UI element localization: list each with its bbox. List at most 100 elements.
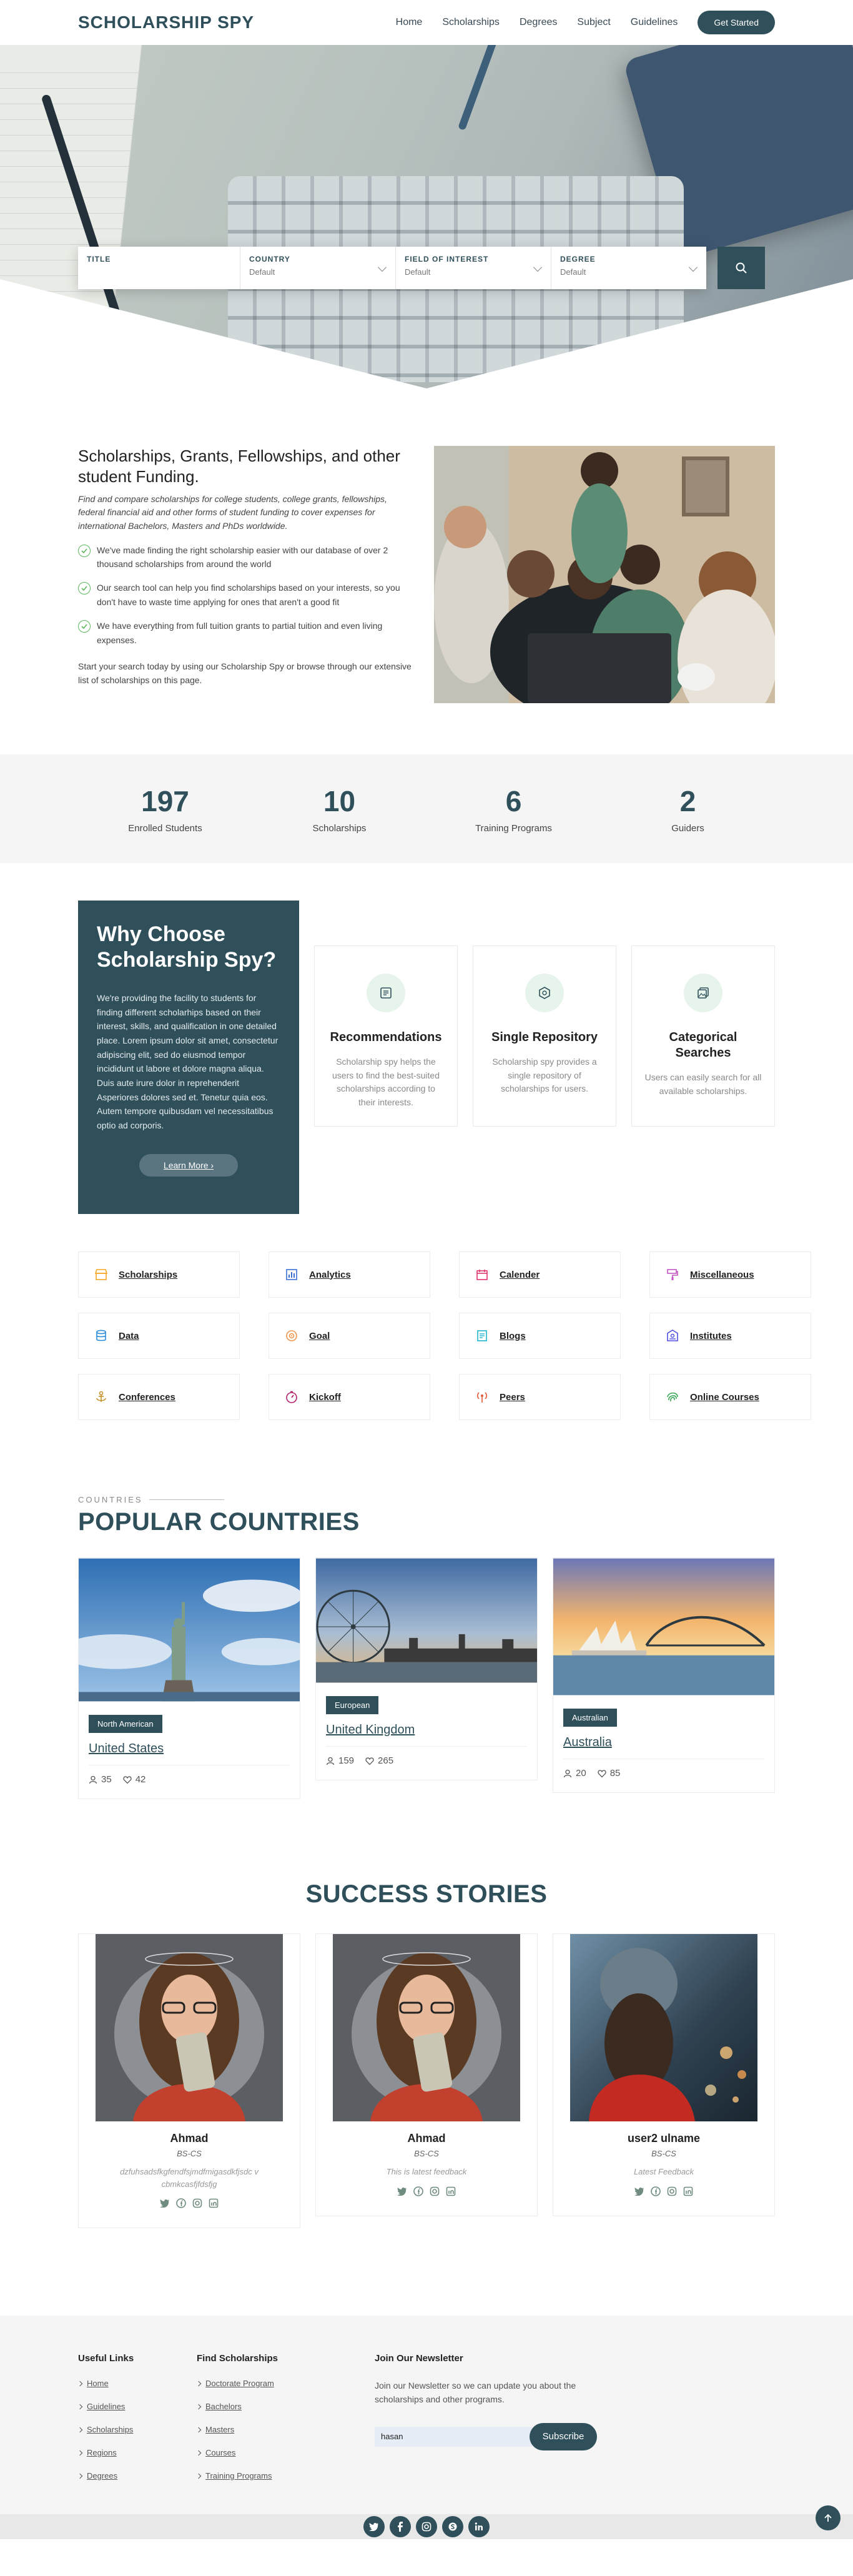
success-stories-section: SUCCESS STORIES Ahmad BS-CS dzfuhsadsfkg… bbox=[0, 1799, 853, 2316]
category-goal[interactable]: Goal bbox=[269, 1313, 430, 1359]
heart-icon bbox=[598, 1769, 606, 1777]
nav-link-scholarships[interactable]: Scholarships bbox=[442, 17, 500, 28]
nav-link-guidelines[interactable]: Guidelines bbox=[631, 17, 678, 28]
images-icon bbox=[684, 974, 722, 1012]
newsletter-email-input[interactable] bbox=[375, 2426, 532, 2447]
country-select-label: COUNTRY bbox=[249, 255, 290, 264]
country-card-australia[interactable]: Australian Australia 20 85 bbox=[553, 1557, 775, 1793]
country-name-link[interactable]: United Kingdom bbox=[326, 1723, 527, 1737]
site-logo[interactable]: SCHOLARSHIP SPY bbox=[78, 12, 254, 32]
field-of-interest-select[interactable]: FIELD OF INTEREST Default bbox=[396, 247, 551, 289]
country-name-link[interactable]: Australia bbox=[563, 1735, 764, 1750]
category-analytics[interactable]: Analytics bbox=[269, 1251, 430, 1298]
linkedin-icon[interactable] bbox=[208, 2198, 219, 2209]
country-card-united-states[interactable]: North American United States 35 42 bbox=[60, 1557, 308, 1799]
degree-select-label: DEGREE bbox=[560, 255, 596, 264]
heart-icon bbox=[365, 1757, 374, 1765]
stat-number: 10 bbox=[323, 784, 356, 817]
category-peers[interactable]: Peers bbox=[459, 1374, 621, 1420]
newsletter-form: Subscribe bbox=[375, 2422, 599, 2450]
nav-link-subject[interactable]: Subject bbox=[577, 17, 610, 28]
country-name-link[interactable]: United States bbox=[89, 1742, 290, 1756]
hero-chevron-cut bbox=[0, 279, 853, 388]
category-label: Conferences bbox=[119, 1391, 175, 1403]
stat-number: 2 bbox=[679, 784, 696, 817]
field-of-interest-label: FIELD OF INTEREST bbox=[405, 255, 489, 264]
facebook-icon[interactable] bbox=[390, 2516, 411, 2537]
twitter-icon[interactable] bbox=[159, 2198, 170, 2209]
facebook-icon[interactable] bbox=[650, 2186, 661, 2197]
footer-link-home[interactable]: Home bbox=[78, 2379, 197, 2388]
nav-link-home[interactable]: Home bbox=[396, 17, 423, 28]
category-label: Miscellaneous bbox=[690, 1269, 754, 1280]
category-conferences[interactable]: Conferences bbox=[78, 1374, 240, 1420]
instagram-icon[interactable] bbox=[666, 2186, 678, 2197]
nav-link-degrees[interactable]: Degrees bbox=[520, 17, 557, 28]
institute-icon bbox=[665, 1328, 680, 1343]
instagram-icon[interactable] bbox=[429, 2186, 440, 2197]
degree-select[interactable]: DEGREE Default bbox=[551, 247, 706, 289]
student-feedback: dzfuhsadsfkgfendfsjmdfmigasdkfjsdc v cbm… bbox=[120, 2167, 259, 2189]
twitter-icon[interactable] bbox=[363, 2516, 385, 2537]
check-circle-icon bbox=[78, 582, 91, 595]
stat-caption: Enrolled Students bbox=[128, 822, 202, 834]
category-data[interactable]: Data bbox=[78, 1313, 240, 1359]
hero-pen-illustration-2 bbox=[458, 45, 499, 131]
footer-link-guidelines[interactable]: Guidelines bbox=[78, 2402, 197, 2411]
footer-link-degrees[interactable]: Degrees bbox=[78, 2471, 197, 2480]
student-degree: BS-CS bbox=[414, 2149, 439, 2158]
country-select-value: Default bbox=[249, 267, 275, 277]
facebook-icon[interactable] bbox=[175, 2198, 187, 2209]
calendar-icon bbox=[475, 1267, 490, 1282]
category-miscellaneous[interactable]: Miscellaneous bbox=[649, 1251, 811, 1298]
twitter-icon[interactable] bbox=[397, 2186, 408, 2197]
likes-count: 85 bbox=[609, 1768, 621, 1779]
category-kickoff[interactable]: Kickoff bbox=[269, 1374, 430, 1420]
footer-link-bachelors[interactable]: Bachelors bbox=[197, 2402, 375, 2411]
heart-icon bbox=[123, 1775, 132, 1784]
footer-link-masters[interactable]: Masters bbox=[197, 2425, 375, 2434]
facebook-icon[interactable] bbox=[413, 2186, 424, 2197]
search-button[interactable] bbox=[717, 247, 765, 289]
target-icon bbox=[284, 1328, 299, 1343]
users-count: 20 bbox=[576, 1768, 586, 1779]
subscribe-button[interactable]: Subscribe bbox=[530, 2422, 597, 2450]
category-institutes[interactable]: Institutes bbox=[649, 1313, 811, 1359]
category-label: Data bbox=[119, 1330, 139, 1341]
learn-more-button[interactable]: Learn More › bbox=[139, 1153, 238, 1177]
category-scholarships[interactable]: Scholarships bbox=[78, 1251, 240, 1298]
instagram-icon[interactable] bbox=[416, 2516, 437, 2537]
country-card-body: Australian Australia 20 85 bbox=[553, 1699, 774, 1792]
country-card-united-kingdom[interactable]: European United Kingdom 159 265 bbox=[315, 1557, 538, 1780]
intro-text: Scholarships, Grants, Fellowships, and o… bbox=[78, 446, 414, 703]
linkedin-icon[interactable] bbox=[683, 2186, 694, 2197]
skype-icon[interactable] bbox=[442, 2516, 463, 2537]
back-to-top-button[interactable] bbox=[816, 2505, 841, 2530]
linkedin-icon[interactable] bbox=[445, 2186, 456, 2197]
category-label: Online Courses bbox=[690, 1391, 759, 1403]
category-blogs[interactable]: Blogs bbox=[459, 1313, 621, 1359]
sydney-opera-house-image bbox=[553, 1558, 774, 1695]
category-online-courses[interactable]: Online Courses bbox=[649, 1374, 811, 1420]
footer-link-scholarships[interactable]: Scholarships bbox=[78, 2425, 197, 2434]
title-field[interactable]: TITLE bbox=[78, 247, 240, 289]
footer-link-training-programs[interactable]: Training Programs bbox=[197, 2471, 375, 2480]
linkedin-icon[interactable] bbox=[468, 2516, 490, 2537]
student-name: Ahmad bbox=[407, 2132, 446, 2144]
newsletter-title: Join Our Newsletter bbox=[375, 2353, 463, 2364]
instagram-icon[interactable] bbox=[192, 2198, 203, 2209]
stat-caption: Guiders bbox=[671, 822, 704, 834]
story-card: Ahmad BS-CS dzfuhsadsfkgfendfsjmdfmigasd… bbox=[78, 1933, 300, 2228]
country-select[interactable]: COUNTRY Default bbox=[240, 247, 396, 289]
footer-link-doctorate[interactable]: Doctorate Program bbox=[197, 2379, 375, 2388]
get-started-button[interactable]: Get Started bbox=[698, 11, 775, 34]
category-calender[interactable]: Calender bbox=[459, 1251, 621, 1298]
likes-count: 265 bbox=[378, 1755, 394, 1766]
intro-subtitle: Find and compare scholarships for colleg… bbox=[78, 493, 387, 531]
footer-useful-title: Useful Links bbox=[78, 2353, 134, 2364]
footer-link-courses[interactable]: Courses bbox=[197, 2448, 375, 2457]
twitter-icon[interactable] bbox=[634, 2186, 645, 2197]
footer-link-regions[interactable]: Regions bbox=[78, 2448, 197, 2457]
fingerprint-icon bbox=[665, 1389, 680, 1404]
why-choose-panel: Why Choose Scholarship Spy? We're provid… bbox=[78, 901, 299, 1214]
